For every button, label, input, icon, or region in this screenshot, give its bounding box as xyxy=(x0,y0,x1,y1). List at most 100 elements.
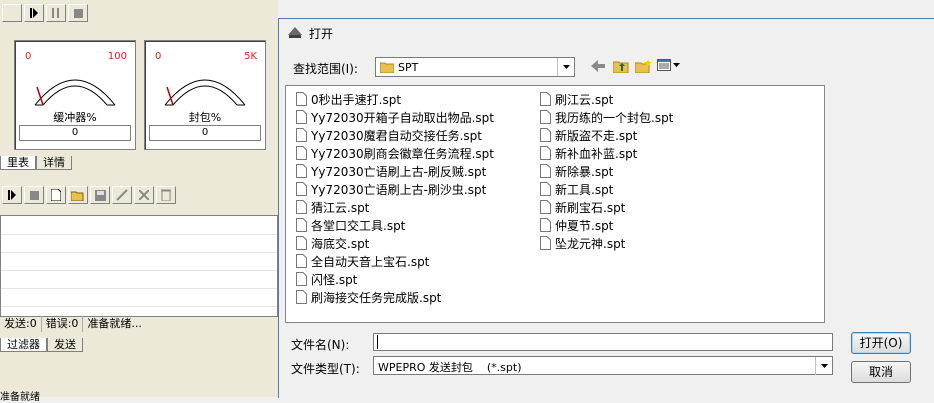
file-name: 刷江云.spt xyxy=(555,92,614,107)
file-item[interactable]: 各堂口交工具.spt xyxy=(296,216,494,234)
chevron-down-icon xyxy=(562,65,570,69)
file-item[interactable]: Yy72030魔君自动交接任务.spt xyxy=(296,126,494,144)
lookin-dropdown-button[interactable] xyxy=(557,58,574,76)
edit-button[interactable] xyxy=(112,186,132,204)
tab-list[interactable]: 里表 xyxy=(0,156,36,170)
file-name: 各堂口交工具.spt xyxy=(311,218,406,233)
file-name: Yy72030亡语刷上古-刷反贼.spt xyxy=(311,164,487,179)
file-name: 新刷宝石.spt xyxy=(555,200,626,215)
file-icon xyxy=(296,110,307,124)
file-icon xyxy=(296,236,307,250)
open-button[interactable] xyxy=(68,186,88,204)
new-folder-icon[interactable] xyxy=(635,59,653,73)
file-item[interactable]: 新补血补蓝.spt xyxy=(540,144,673,162)
tab-details[interactable]: 详情 xyxy=(36,156,72,170)
back-arrow-icon[interactable] xyxy=(591,59,605,73)
file-icon xyxy=(540,236,551,250)
open-button[interactable]: 打开(O) xyxy=(851,332,911,354)
app-icon xyxy=(288,27,302,38)
trash-button[interactable] xyxy=(156,186,176,204)
file-name: 闪怪.spt xyxy=(311,272,358,287)
file-icon xyxy=(540,128,551,142)
view-menu-button[interactable] xyxy=(657,59,680,71)
gauge-dial xyxy=(164,79,246,106)
file-item[interactable]: 全自动天音上宝石.spt xyxy=(296,252,494,270)
cancel-button[interactable]: 取消 xyxy=(851,361,911,383)
folder-icon xyxy=(380,62,394,73)
dialog-title: 打开 xyxy=(309,27,334,41)
send-list[interactable] xyxy=(0,215,278,317)
filename-input[interactable] xyxy=(373,333,833,351)
bottom-tab-strip: 过滤器 发送 xyxy=(0,338,83,352)
file-column-1: 0秒出手速打.spt Yy72030开箱子自动取出物品.spt Yy72030魔君自… xyxy=(296,90,494,306)
pause-button[interactable] xyxy=(46,4,66,22)
trash-icon xyxy=(161,189,171,201)
chevron-down-icon xyxy=(820,364,828,368)
file-item[interactable]: 海底交.spt xyxy=(296,234,494,252)
new-button[interactable] xyxy=(46,186,66,204)
file-name: 新补血补蓝.spt xyxy=(555,146,638,161)
sent-count: 发送:0 xyxy=(0,316,42,332)
packet-meter: 0 5K 封包% 0 xyxy=(144,40,266,150)
file-name: 猜江云.spt xyxy=(311,200,370,215)
file-icon xyxy=(296,200,307,214)
file-item[interactable]: Yy72030亡语刷上古-刷沙虫.spt xyxy=(296,180,494,198)
file-item[interactable]: 猜江云.spt xyxy=(296,198,494,216)
tab-filter[interactable]: 过滤器 xyxy=(0,338,47,352)
file-name: 坠龙元神.spt xyxy=(555,236,626,251)
send-toolbar xyxy=(2,184,176,206)
filetype-value: WPEPRO 发送封包 (*.spt) xyxy=(378,361,522,374)
file-name: 刷海接交任务完成版.spt xyxy=(311,290,442,305)
file-icon xyxy=(540,146,551,160)
stop-icon xyxy=(73,8,83,18)
file-item[interactable]: 0秒出手速打.spt xyxy=(296,90,494,108)
error-count: 错误:0 xyxy=(42,316,84,332)
main-status: 准备就绪 xyxy=(0,392,40,403)
file-name: Yy72030亡语刷上古-刷沙虫.spt xyxy=(311,182,487,197)
file-name: 全自动天音上宝石.spt xyxy=(311,254,430,269)
file-icon xyxy=(540,218,551,232)
play-icon xyxy=(8,190,16,200)
file-icon xyxy=(296,164,307,178)
file-item[interactable]: 新除暴.spt xyxy=(540,162,673,180)
play-button[interactable] xyxy=(24,4,44,22)
file-name: 我历练的一个封包.spt xyxy=(555,110,674,125)
filetype-dropdown-button[interactable] xyxy=(815,357,832,375)
file-item[interactable]: 新版盗不走.spt xyxy=(540,126,673,144)
file-item[interactable]: 仲夏节.spt xyxy=(540,216,673,234)
file-item[interactable]: 我历练的一个封包.spt xyxy=(540,108,673,126)
buffer-meter: 0 100 缓冲器% 0 xyxy=(14,40,136,150)
file-item[interactable]: 新工具.spt xyxy=(540,180,673,198)
file-icon xyxy=(296,182,307,196)
file-name: 新除暴.spt xyxy=(555,164,614,179)
new-file-icon xyxy=(51,189,61,201)
file-item[interactable]: 刷江云.spt xyxy=(540,90,673,108)
stop-button[interactable] xyxy=(24,186,44,204)
file-icon xyxy=(296,272,307,286)
lookin-dropdown[interactable]: SPT xyxy=(375,57,575,77)
play-button[interactable] xyxy=(2,186,22,204)
file-icon xyxy=(540,164,551,178)
delete-button[interactable] xyxy=(134,186,154,204)
stop-button[interactable] xyxy=(68,4,88,22)
tab-send[interactable]: 发送 xyxy=(47,338,83,352)
file-item[interactable]: 坠龙元神.spt xyxy=(540,234,673,252)
top-tab-strip: 里表 详情 xyxy=(0,156,72,170)
file-item[interactable]: Yy72030刷商会徽章任务流程.spt xyxy=(296,144,494,162)
delete-x-icon xyxy=(139,190,149,200)
record-button[interactable] xyxy=(2,4,22,22)
up-folder-icon[interactable] xyxy=(613,59,629,73)
filetype-dropdown[interactable]: WPEPRO 发送封包 (*.spt) xyxy=(373,356,833,375)
save-button[interactable] xyxy=(90,186,110,204)
file-list[interactable]: 0秒出手速打.spt Yy72030开箱子自动取出物品.spt Yy72030魔君自… xyxy=(285,85,825,323)
file-item[interactable]: 刷海接交任务完成版.spt xyxy=(296,288,494,306)
send-status-bar: 发送:0 错误:0 准备就绪... xyxy=(0,316,276,332)
file-item[interactable]: Yy72030开箱子自动取出物品.spt xyxy=(296,108,494,126)
file-name: Yy72030魔君自动交接任务.spt xyxy=(311,128,482,143)
file-name: 仲夏节.spt xyxy=(555,218,614,233)
file-item[interactable]: 闪怪.spt xyxy=(296,270,494,288)
file-item[interactable]: Yy72030亡语刷上古-刷反贼.spt xyxy=(296,162,494,180)
file-item[interactable]: 新刷宝石.spt xyxy=(540,198,673,216)
file-icon xyxy=(296,290,307,304)
meter-value: 0 xyxy=(19,125,131,141)
